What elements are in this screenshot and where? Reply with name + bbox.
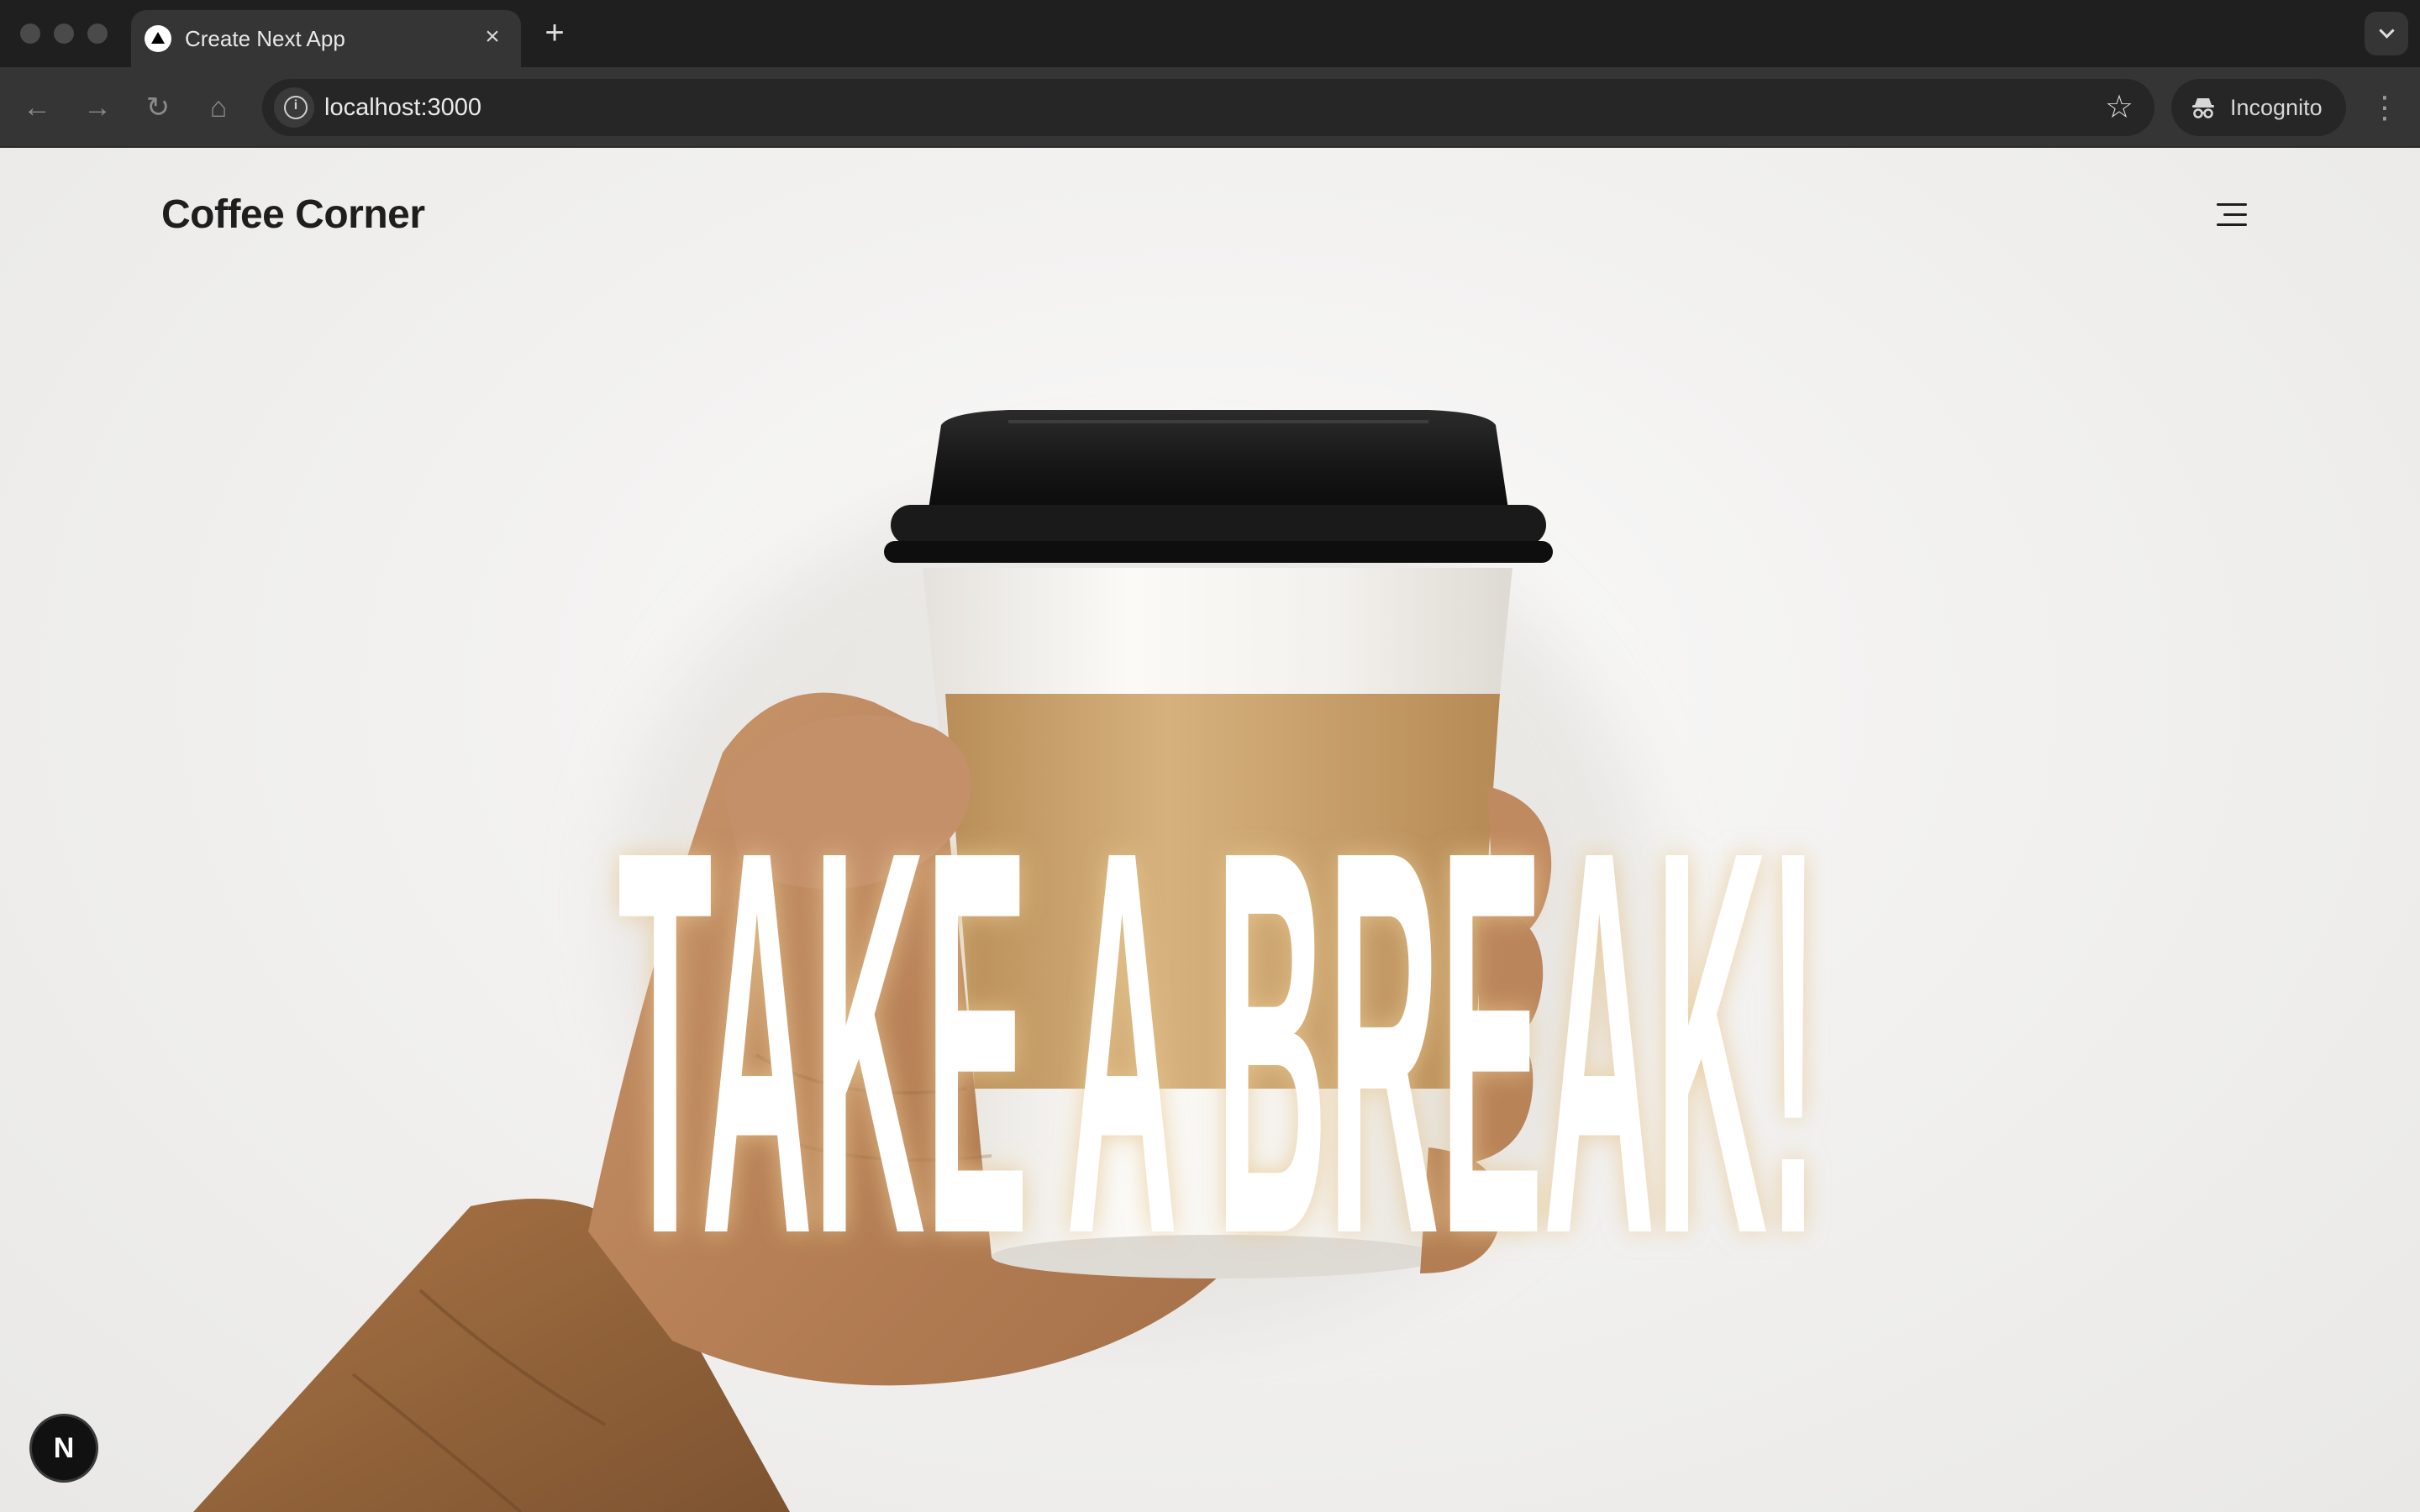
incognito-label: Incognito [2230, 95, 2323, 120]
browser-tab-active[interactable]: Create Next App × [131, 10, 521, 67]
hero-headline-text: TAKE A BREAK! [618, 737, 1819, 1282]
incognito-icon [2192, 98, 2214, 118]
window-close-dot[interactable] [20, 24, 40, 44]
tab-title: Create Next App [185, 26, 345, 51]
nextjs-logo-icon: N [53, 1432, 75, 1464]
nextjs-dev-indicator-button[interactable]: N [32, 1416, 96, 1480]
new-tab-button[interactable]: + [538, 16, 571, 50]
url-text[interactable]: localhost:3000 [324, 91, 481, 124]
star-icon[interactable]: ☆ [2099, 87, 2139, 128]
tab-search-button[interactable] [2365, 12, 2408, 55]
window-zoom-dot[interactable] [87, 24, 108, 44]
browser-toolbar: ← → ↻ ⌂ localhost:3000 ☆ Incognito ⋮ [0, 67, 2420, 148]
info-icon[interactable] [274, 87, 314, 128]
reload-icon[interactable]: ↻ [136, 86, 180, 129]
address-bar[interactable]: localhost:3000 ☆ [262, 79, 2154, 136]
site-brand-logo[interactable]: Coffee Corner [161, 190, 425, 240]
page-viewport: Coffee Corner TAKE A BREAK! N [0, 148, 2420, 1512]
browser-tab-strip: Create Next App × + [0, 0, 2420, 67]
forward-arrow-icon[interactable]: → [76, 86, 119, 129]
kebab-menu-icon[interactable]: ⋮ [2368, 86, 2402, 129]
hero-headline: TAKE A BREAK! [618, 737, 1819, 1282]
close-icon[interactable]: × [477, 22, 508, 52]
hamburger-menu-icon[interactable] [2212, 195, 2252, 235]
tab-favicon-icon [145, 25, 171, 52]
window-minimize-dot[interactable] [54, 24, 74, 44]
incognito-profile-button[interactable]: Incognito [2171, 79, 2346, 136]
back-arrow-icon[interactable]: ← [15, 86, 59, 129]
home-icon[interactable]: ⌂ [197, 86, 240, 129]
